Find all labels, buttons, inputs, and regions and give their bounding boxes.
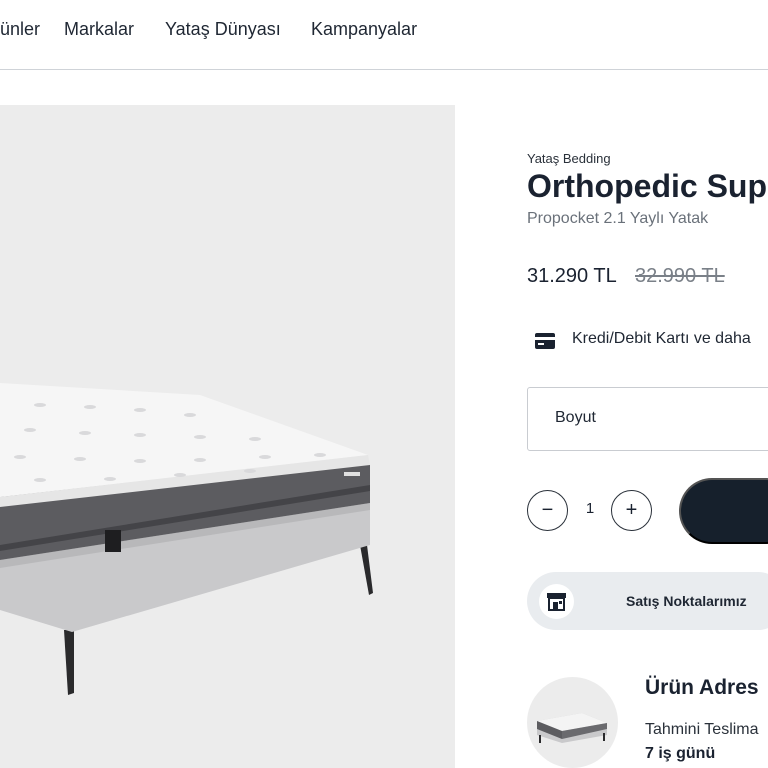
credit-card-icon [535,333,555,349]
plus-icon: + [625,499,638,521]
nav-item-yatas-world[interactable]: Yataş Dünyası [165,19,281,40]
quantity-decrease-button[interactable]: − [527,490,568,531]
delivery-label: Tahmini Teslima [645,721,759,738]
store-locations-label: Satış Noktalarımız [626,593,747,609]
size-select[interactable]: Boyut [527,387,768,451]
nav-item-campaigns[interactable]: Kampanyalar [311,19,417,40]
store-icon-wrapper [539,584,574,619]
product-image[interactable] [0,105,455,768]
mattress-illustration [0,383,373,695]
add-to-cart-button[interactable] [679,478,768,544]
product-thumbnail [527,677,618,768]
old-price: 32.990 TL [635,265,725,287]
current-price: 31.290 TL [527,265,617,287]
nav-item-products[interactable]: ünler [0,19,40,40]
product-title: Orthopedic Supp [527,168,768,204]
delivery-value: 7 iş günü [645,745,716,762]
product-brand[interactable]: Yataş Bedding [527,151,611,166]
delivery-title: Ürün Adres [645,676,759,699]
store-locations-button[interactable]: Satış Noktalarımız [527,572,768,630]
payment-options[interactable]: Kredi/Debit Kartı ve daha [527,325,768,355]
mattress-thumbnail [537,713,607,743]
minus-icon: − [541,499,554,521]
store-icon [547,593,566,611]
product-subtitle: Propocket 2.1 Yaylı Yatak [527,210,709,227]
quantity-increase-button[interactable]: + [611,490,652,531]
top-navigation: ünler Markalar Yataş Dünyası Kampanyalar [0,0,768,70]
payment-text: Kredi/Debit Kartı ve daha [572,330,751,347]
quantity-value: 1 [585,500,595,517]
nav-item-brands[interactable]: Markalar [64,19,134,40]
size-label: Boyut [555,409,596,426]
